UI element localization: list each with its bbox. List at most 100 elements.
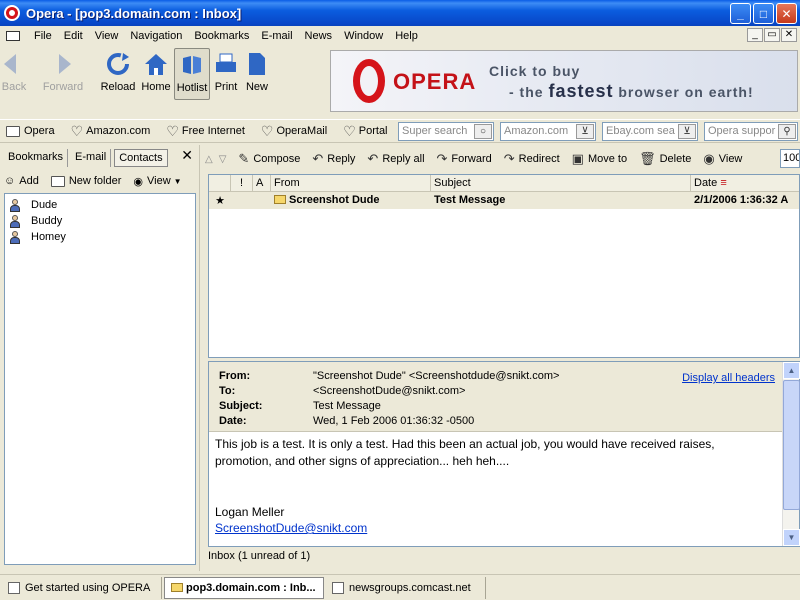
search-go-icon[interactable]: ○ — [474, 124, 492, 139]
hotlist-button[interactable]: Hotlist — [174, 48, 210, 100]
compose-button[interactable]: ✎ Compose — [238, 151, 300, 167]
chevron-down-icon: ▼ — [173, 176, 182, 186]
signature-email-link[interactable]: ScreenshotDude@snikt.com — [215, 520, 367, 536]
contact-item[interactable]: Homey — [5, 229, 195, 245]
new-button[interactable]: New — [242, 50, 272, 98]
mdi-close-button[interactable]: ✕ — [781, 28, 797, 42]
eye-icon: ◉ — [133, 175, 143, 188]
mail-status-text: Inbox (1 unread of 1) — [208, 550, 311, 562]
col-star[interactable] — [209, 175, 231, 191]
redirect-button[interactable]: ↷ Redirect — [504, 151, 560, 167]
menu-edit[interactable]: Edit — [58, 30, 89, 42]
col-attach[interactable]: A — [253, 175, 271, 191]
contacts-list: Dude Buddy Homey — [4, 193, 196, 565]
ebay-search-input[interactable]: Ebay.com sea ⊻ — [602, 122, 698, 141]
main-toolbar: Back Forward Reload Home Hotlist Print N… — [0, 46, 326, 143]
personal-bar-amazon[interactable]: ♡ Amazon.com — [71, 123, 151, 140]
menu-bookmarks[interactable]: Bookmarks — [188, 30, 255, 42]
display-all-headers-link[interactable]: Display all headers — [682, 372, 775, 384]
personal-bar-opera[interactable]: Opera — [6, 125, 55, 137]
previous-message-icon[interactable]: △ — [205, 154, 213, 165]
mail-view-button[interactable]: ◉ View — [703, 151, 742, 167]
print-label: Print — [214, 81, 238, 93]
cart-icon[interactable]: ⊻ — [678, 124, 696, 139]
message-body: This job is a test. It is only a test. H… — [215, 437, 715, 468]
ad-banner[interactable]: OPERA Click to buy - the fastest browser… — [330, 50, 798, 112]
reply-all-icon: ↶ — [367, 151, 379, 166]
mdi-minimize-button[interactable]: _ — [747, 28, 763, 42]
panel-close-icon[interactable]: ✕ — [181, 147, 193, 164]
envelope-icon — [274, 195, 286, 204]
contact-item[interactable]: Buddy — [5, 213, 195, 229]
forward-arrow-icon — [49, 50, 77, 78]
menu-help[interactable]: Help — [389, 30, 424, 42]
personal-bar-operamail[interactable]: ♡ OperaMail — [261, 123, 327, 140]
close-button[interactable]: ✕ — [776, 3, 797, 24]
minimize-button[interactable]: _ — [730, 3, 751, 24]
page-tab-inbox[interactable]: pop3.domain.com : Inb... — [164, 576, 324, 599]
menu-view[interactable]: View — [89, 30, 125, 42]
personal-bar-free-internet[interactable]: ♡ Free Internet — [166, 123, 245, 140]
contact-item[interactable]: Dude — [5, 197, 195, 213]
magnifier-icon[interactable]: ⚲ — [778, 124, 796, 139]
from-value: "Screenshot Dude" <Screenshotdude@snikt.… — [313, 370, 560, 382]
cart-icon[interactable]: ⊻ — [576, 124, 594, 139]
message-headers: From: "Screenshot Dude" <Screenshotdude@s… — [209, 362, 783, 432]
star-icon[interactable]: ★ — [209, 192, 231, 209]
col-date[interactable]: Date ≡ — [691, 175, 799, 191]
scroll-down-icon[interactable]: ▼ — [783, 529, 800, 546]
hotlist-icon — [178, 51, 206, 79]
page-icon — [8, 581, 20, 594]
tab-bookmarks[interactable]: Bookmarks — [4, 149, 69, 167]
opera-o-logo — [353, 59, 385, 103]
next-message-icon[interactable]: ▽ — [219, 154, 227, 165]
move-to-button[interactable]: ▣ Move to — [572, 151, 627, 167]
zoom-input[interactable]: 100 — [780, 149, 800, 168]
tab-email[interactable]: E-mail — [71, 149, 112, 167]
add-contact-button[interactable]: ☺ Add — [4, 175, 39, 187]
super-search-input[interactable]: Super search ○ — [398, 122, 494, 141]
page-tab-newsgroups[interactable]: newsgroups.comcast.net — [326, 576, 486, 599]
scroll-thumb[interactable] — [783, 380, 800, 510]
mail-window-icon[interactable] — [6, 30, 20, 41]
menu-email[interactable]: E-mail — [255, 30, 298, 42]
window-title: Opera - [pop3.domain.com : Inbox] — [26, 5, 242, 21]
delete-button[interactable]: 🗑 Delete — [639, 151, 691, 167]
date-value: Wed, 1 Feb 2006 01:36:32 -0500 — [313, 415, 475, 427]
menu-news[interactable]: News — [299, 30, 339, 42]
new-folder-button[interactable]: New folder — [50, 175, 121, 187]
maximize-button[interactable]: □ — [753, 3, 774, 24]
forward-button[interactable]: Forward — [42, 50, 84, 98]
back-arrow-icon — [0, 50, 28, 78]
page-tab-get-started[interactable]: Get started using OPERA — [2, 576, 162, 599]
home-button[interactable]: Home — [140, 50, 172, 98]
table-row[interactable]: ★ Screenshot Dude Test Message 2/1/2006 … — [209, 192, 799, 209]
scroll-up-icon[interactable]: ▲ — [783, 362, 800, 379]
menu-navigation[interactable]: Navigation — [124, 30, 188, 42]
heart-icon: ♡ — [343, 122, 356, 139]
compose-icon: ✎ — [238, 151, 250, 166]
col-flag[interactable]: ! — [231, 175, 253, 191]
opera-support-search-input[interactable]: Opera suppor ⚲ — [704, 122, 798, 141]
heart-icon: ♡ — [70, 122, 84, 139]
col-subject[interactable]: Subject — [431, 175, 691, 191]
reply-all-button[interactable]: ↶ Reply all — [367, 151, 424, 167]
menu-window[interactable]: Window — [338, 30, 389, 42]
signature: Logan Meller ScreenshotDude@snikt.com — [215, 504, 367, 536]
preview-scrollbar[interactable]: ▲ ▼ — [782, 362, 800, 546]
forward-mail-button[interactable]: ↷ Forward — [437, 151, 492, 167]
ad-brand: OPERA — [393, 69, 477, 94]
heart-icon: ♡ — [166, 122, 179, 139]
tab-contacts[interactable]: Contacts — [114, 149, 168, 167]
row-date: 2/1/2006 1:36:32 A — [694, 194, 789, 206]
mdi-restore-button[interactable]: ▭ — [764, 28, 780, 42]
reply-button[interactable]: ↶ Reply — [312, 151, 355, 167]
col-from[interactable]: From — [271, 175, 431, 191]
print-button[interactable]: Print — [212, 50, 240, 98]
menu-file[interactable]: File — [28, 30, 58, 42]
amazon-search-input[interactable]: Amazon.com ⊻ — [500, 122, 596, 141]
back-button[interactable]: Back — [2, 50, 26, 98]
panel-view-button[interactable]: ◉ View ▼ — [133, 175, 181, 188]
personal-bar-portal[interactable]: ♡ Portal — [343, 123, 387, 140]
reload-button[interactable]: Reload — [100, 50, 136, 98]
